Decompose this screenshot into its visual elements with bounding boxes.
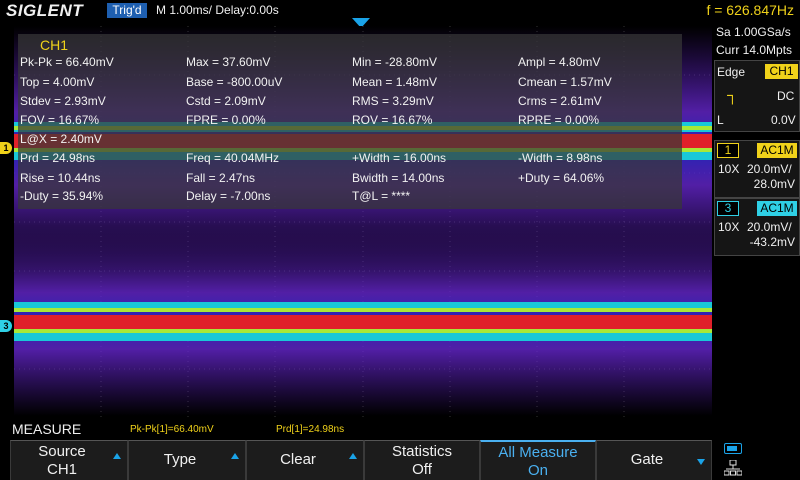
measurement-value: Mean = 1.48mV — [352, 75, 438, 89]
measurement-value: -Width = 8.98ns — [518, 151, 603, 165]
statistics-softkey-value: Off — [412, 461, 432, 478]
brand-logo: SIGLENT — [6, 1, 84, 20]
all-measure-softkey-value: On — [527, 462, 548, 479]
trigger-level-label: L — [717, 113, 724, 127]
measurement-value: -Duty = 35.94% — [20, 189, 104, 203]
up-arrow-icon — [231, 453, 239, 459]
ch3-offset-marker-icon[interactable]: 3 — [0, 320, 12, 332]
measurement-value: T@L = **** — [352, 189, 411, 203]
measurement-value: Fall = 2.47ns — [186, 171, 256, 185]
menu-title: MEASURE — [12, 421, 82, 437]
measurement-value: ROV = 16.67% — [352, 113, 433, 127]
ch1-scale: 20.0mV/ — [747, 162, 792, 176]
measurement-value: +Duty = 64.06% — [518, 171, 605, 185]
all-measure-softkey-label: All Measure — [498, 444, 578, 461]
measurement-value: Max = 37.60mV — [186, 55, 271, 69]
type-softkey[interactable]: Type — [128, 440, 246, 480]
ch3-number: 3 — [717, 201, 739, 216]
gate-softkey-label: Gate — [630, 451, 664, 468]
clear-softkey-label: Clear — [280, 451, 316, 468]
up-arrow-icon — [349, 453, 357, 459]
ch1-coupling-badge: AC1M — [757, 143, 797, 158]
up-arrow-icon — [113, 453, 121, 459]
sample-rate: Sa 1.00GSa/s — [716, 25, 791, 39]
measurement-value: Min = -28.80mV — [352, 55, 438, 69]
measurement-value: Bwidth = 14.00ns — [352, 171, 445, 185]
measurement-value: Base = -800.00uV — [186, 75, 283, 89]
measurement-value: +Width = 16.00ns — [352, 151, 447, 165]
measurement-value: L@X = 2.40mV — [20, 132, 102, 146]
ch3-scale: 20.0mV/ — [747, 220, 792, 234]
clear-softkey[interactable]: Clear — [246, 440, 364, 480]
measurement-value: FPRE = 0.00% — [186, 113, 266, 127]
ch1-info-box[interactable]: 1 AC1M 10X 20.0mV/ 28.0mV — [714, 140, 800, 198]
frequency-counter: f = 626.847Hz — [706, 2, 794, 18]
ch3-offset: -43.2mV — [749, 235, 795, 249]
ch1-probe: 10X — [718, 162, 740, 176]
measurement-value: Cstd = 2.09mV — [186, 94, 266, 108]
type-softkey-label: Type — [163, 451, 197, 468]
trigger-status-badge: Trig'd — [107, 3, 147, 18]
measurement-value: RMS = 3.29mV — [352, 94, 434, 108]
ch3-coupling-badge: AC1M — [757, 201, 797, 216]
trigger-type: Edge — [717, 65, 746, 79]
measurement-value: Pk-Pk = 66.40mV — [20, 55, 114, 69]
ch1-offset: 28.0mV — [753, 177, 795, 191]
memory-depth: Curr 14.0Mpts — [716, 43, 793, 57]
all-measure-softkey[interactable]: All Measure On — [480, 440, 596, 480]
stat-pkpk: Pk-Pk[1]=66.40mV — [130, 424, 214, 435]
network-icon — [724, 460, 742, 476]
measurement-value: Crms = 2.61mV — [518, 94, 602, 108]
trigger-info-box[interactable]: Edge CH1 ┐ DC L 0.0V — [714, 60, 800, 132]
measurement-value: Rise = 10.44ns — [20, 171, 101, 185]
source-softkey-value: CH1 — [46, 461, 77, 478]
ch1-offset-marker-icon[interactable]: 1 — [0, 142, 12, 154]
measurement-value: Prd = 24.98ns — [20, 151, 96, 165]
trigger-source-badge: CH1 — [765, 64, 798, 79]
measurement-value: Ampl = 4.80mV — [518, 55, 601, 69]
top-status-bar: SIGLENT Trig'd M 1.00ms/ Delay:0.00s f =… — [0, 0, 800, 22]
statistics-softkey[interactable]: Statistics Off — [364, 440, 480, 480]
gate-softkey[interactable]: Gate — [596, 440, 712, 480]
measurement-value: Cmean = 1.57mV — [518, 75, 612, 89]
statistics-softkey-label: Statistics — [391, 443, 452, 460]
stat-period: Prd[1]=24.98ns — [276, 424, 345, 435]
measurement-channel-label: CH1 — [40, 37, 69, 53]
trigger-level: 0.0V — [771, 113, 796, 127]
ch1-number: 1 — [717, 143, 739, 158]
ch3-info-box[interactable]: 3 AC1M 10X 20.0mV/ -43.2mV — [714, 198, 800, 256]
ch3-trace — [14, 226, 712, 416]
measurement-value: Freq = 40.04MHz — [186, 151, 280, 165]
battery-icon — [724, 443, 742, 454]
measurement-value: Stdev = 2.93mV — [20, 94, 106, 108]
source-softkey-label: Source — [38, 443, 86, 460]
timebase-readout: M 1.00ms/ Delay:0.00s — [156, 3, 279, 17]
measurement-value: RPRE = 0.00% — [518, 113, 600, 127]
ch3-probe: 10X — [718, 220, 740, 234]
measurement-value: Top = 4.00mV — [20, 75, 95, 89]
right-info-panel: Sa 1.00GSa/s Curr 14.0Mpts Edge CH1 ┐ DC… — [714, 22, 800, 440]
rising-edge-icon: ┐ — [727, 87, 738, 104]
trigger-coupling: DC — [777, 89, 795, 103]
measurement-value: FOV = 16.67% — [20, 113, 100, 127]
measurement-value: Delay = -7.00ns — [186, 189, 271, 203]
source-softkey[interactable]: Source CH1 — [10, 440, 128, 480]
down-arrow-icon — [697, 459, 705, 465]
